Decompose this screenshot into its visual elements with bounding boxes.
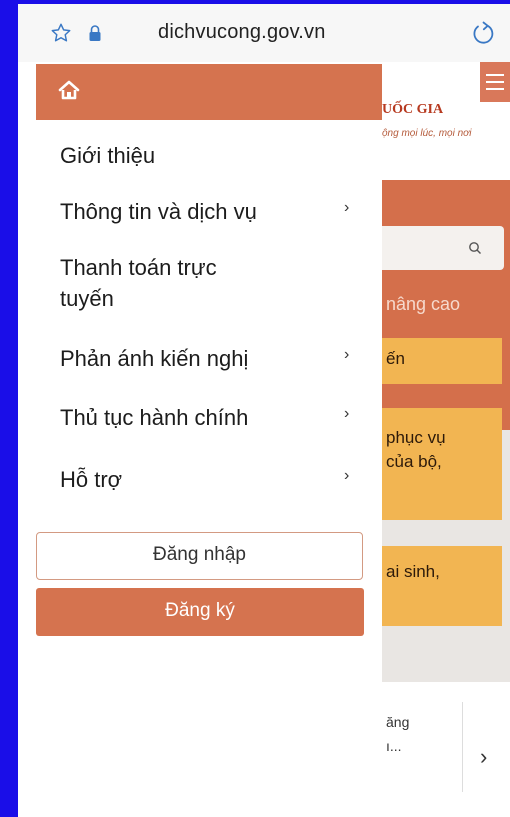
- search-icon[interactable]: [468, 241, 482, 255]
- chevron-right-icon[interactable]: ›: [344, 405, 349, 423]
- url-text[interactable]: dichvucong.gov.vn: [158, 21, 326, 44]
- bottom-section: ăng ı... ›: [382, 682, 510, 817]
- background-page: UỐC GIA ộng mọi lúc, mọi nơi nâng cao ến…: [382, 62, 510, 817]
- lock-icon: [89, 25, 101, 41]
- menu-item-phan-anh-kien-nghi[interactable]: Phản ánh kiến nghị: [60, 343, 248, 374]
- service-card[interactable]: phục vụ của bộ,: [382, 408, 502, 520]
- menu-item-gioi-thieu[interactable]: Giới thiệu: [60, 140, 155, 171]
- phone-screen: dichvucong.gov.vn UỐC GIA ộng mọi lúc, m…: [18, 4, 510, 817]
- home-icon: [58, 80, 80, 100]
- site-title-fragment: UỐC GIA: [382, 102, 444, 117]
- search-box[interactable]: [382, 226, 504, 270]
- site-tagline-fragment: ộng mọi lúc, mọi nơi: [382, 128, 472, 139]
- next-arrow-icon[interactable]: ›: [480, 744, 487, 770]
- bottom-text: ăng ı...: [386, 714, 410, 754]
- navigation-drawer: Giới thiệu Thông tin và dịch vụ › Thanh …: [18, 62, 382, 817]
- login-button[interactable]: Đăng nhập: [36, 532, 363, 580]
- home-button[interactable]: [36, 64, 382, 120]
- chevron-right-icon[interactable]: ›: [344, 199, 349, 217]
- chevron-right-icon[interactable]: ›: [344, 467, 349, 485]
- menu-item-thanh-toan-truc-tuyen[interactable]: Thanh toán trực tuyến: [60, 252, 217, 314]
- reload-icon[interactable]: [470, 20, 496, 46]
- divider: [462, 702, 463, 792]
- chevron-right-icon[interactable]: ›: [344, 346, 349, 364]
- register-button[interactable]: Đăng ký: [36, 588, 364, 636]
- advanced-search-link[interactable]: nâng cao: [386, 294, 460, 315]
- browser-address-bar: dichvucong.gov.vn: [18, 4, 510, 62]
- service-card[interactable]: ến: [382, 338, 502, 384]
- menu-item-ho-tro[interactable]: Hỗ trợ: [60, 464, 122, 495]
- star-icon[interactable]: [50, 22, 72, 44]
- site-header: UỐC GIA ộng mọi lúc, mọi nơi: [382, 62, 510, 180]
- service-card[interactable]: ai sinh,: [382, 546, 502, 626]
- hamburger-menu-icon[interactable]: [480, 62, 510, 102]
- menu-item-thong-tin-dich-vu[interactable]: Thông tin và dịch vụ: [60, 196, 257, 227]
- service-card-text: phục vụ của bộ,: [386, 428, 446, 471]
- menu-item-thu-tuc-hanh-chinh[interactable]: Thủ tục hành chính: [60, 402, 248, 433]
